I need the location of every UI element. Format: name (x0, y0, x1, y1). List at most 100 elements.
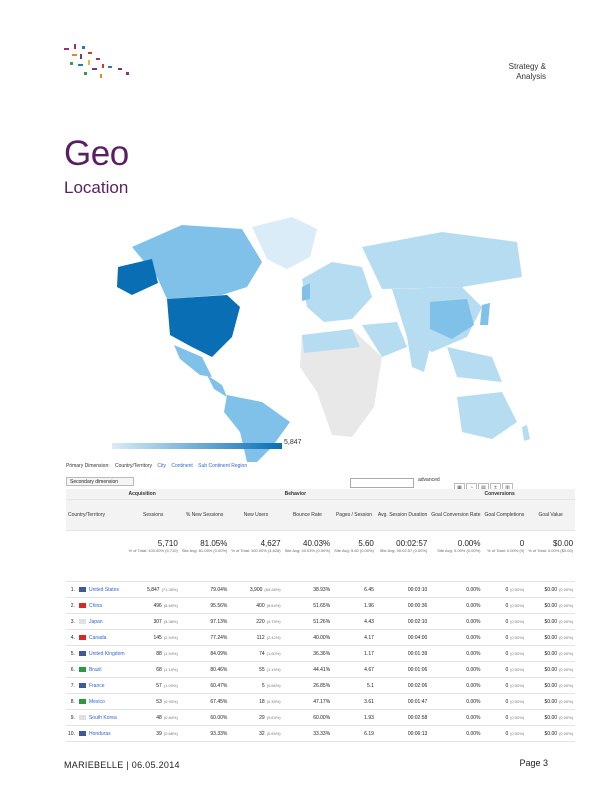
row-country[interactable]: Brazil (76, 661, 127, 678)
country-link[interactable]: United Kingdom (89, 651, 125, 657)
row-country[interactable]: Japan (76, 613, 127, 630)
col-country[interactable]: Country/Territory (66, 499, 127, 531)
col-new-users[interactable]: New Users (229, 499, 283, 531)
row-country[interactable]: South Korea (76, 709, 127, 726)
table-row[interactable]: 2. China 496 (8.69%) 95.56% 400 (8.64%) 51.65% 1… (66, 597, 576, 614)
total-value: 5,710 (157, 539, 178, 548)
table-row[interactable]: 8. Mexico 53 (0.93%) 67.45% 18 (0.39%) 47.17% 3.… (66, 693, 576, 710)
col-new-sessions[interactable]: % New Sessions (179, 499, 230, 531)
row-goal-value: $0.00 (0.00%) (526, 645, 576, 662)
row-country[interactable]: United Kingdom (76, 645, 127, 662)
table-search-input[interactable] (350, 478, 414, 488)
col-goal-value[interactable]: Goal Value (526, 499, 576, 531)
col-pages-session[interactable]: Pages / Session (332, 499, 376, 531)
table-group-header: Acquisition Behavior Conversions (66, 489, 576, 500)
table-row[interactable]: 5. United Kingdom 88 (1.54%) 84.09% 74 (1.60%)… (66, 645, 576, 662)
row-conv-rate: 0.00% (429, 725, 483, 742)
flag-icon (78, 602, 86, 608)
new-users-pct: (8.64%) (266, 602, 281, 608)
completions-value: 0 (505, 650, 509, 657)
row-country[interactable]: France (76, 677, 127, 694)
row-duration: 00:04:00 (375, 629, 430, 646)
row-pages: 6.19 (332, 725, 376, 742)
goal-value: $0.00 (544, 650, 558, 657)
map-se-asia[interactable] (447, 347, 502, 382)
table-row[interactable]: 9. South Korea 48 (0.84%) 60.00% 29 (0.63%) 60.… (66, 709, 576, 726)
map-india[interactable] (407, 337, 432, 372)
row-country[interactable]: China (76, 597, 127, 614)
table-row[interactable]: 10. Honduras 39 (0.68%) 93.33% 32 (0.69%) 33.33… (66, 725, 576, 742)
map-alaska[interactable] (117, 259, 158, 295)
country-link[interactable]: Brazil (89, 667, 102, 673)
row-conv-rate: 0.00% (429, 645, 483, 662)
total-cell: $0.00% of Total: 0.00% ($0.00) (526, 530, 576, 582)
country-link[interactable]: South Korea (89, 715, 117, 721)
col-avg-duration[interactable]: Avg. Session Duration (375, 499, 430, 531)
table-row[interactable]: 6. Brazil 68 (1.19%) 80.46% 55 (1.19%) 44.41% 4.… (66, 661, 576, 678)
geo-table: Acquisition Behavior Conversions Country… (66, 489, 576, 742)
map-russia[interactable] (362, 232, 522, 289)
page-title: Geo (64, 134, 129, 173)
advanced-filter-link[interactable]: advanced (418, 477, 440, 483)
row-completions: 0 (0.00%) (482, 645, 527, 662)
map-japan[interactable] (480, 303, 490, 325)
country-link[interactable]: France (89, 683, 105, 689)
map-europe[interactable] (302, 262, 372, 322)
col-bounce-rate[interactable]: Bounce Rate (282, 499, 333, 531)
country-link[interactable]: Canada (89, 635, 107, 641)
col-goal-conv-rate[interactable]: Goal Conversion Rate (429, 499, 483, 531)
total-cell: 81.05% Site Avg: 81.05% (0.00%) (179, 530, 230, 582)
tab-continent[interactable]: Continent (171, 463, 192, 469)
sessions-pct: (5.38%) (163, 618, 178, 624)
map-greenland[interactable] (252, 217, 317, 269)
row-completions: 0 (0.00%) (482, 693, 527, 710)
country-link[interactable]: Mexico (89, 699, 105, 705)
secondary-dimension-dropdown[interactable]: Secondary dimension (66, 477, 134, 486)
country-link[interactable]: China (89, 603, 102, 609)
row-country[interactable]: Mexico (76, 693, 127, 710)
table-row[interactable]: 7. France 57 (1.00%) 60.47% 5 (0.66%) 26.85% 5.1… (66, 677, 576, 694)
sessions-value: 53 (156, 698, 162, 705)
map-south-america[interactable] (224, 395, 290, 462)
completions-value: 0 (505, 634, 509, 641)
row-rank: 8. (66, 693, 77, 710)
row-duration: 00:00:36 (375, 597, 430, 614)
row-country[interactable]: United States (76, 581, 127, 598)
map-new-zealand[interactable] (522, 425, 530, 441)
row-completions: 0 (0.00%) (482, 709, 527, 726)
row-country[interactable]: Honduras (76, 725, 127, 742)
table-row[interactable]: 4. Canada 145 (2.54%) 77.24% 112 (2.42%) 40.00%… (66, 629, 576, 646)
total-value: $0.00 (553, 539, 574, 548)
flag-icon (78, 586, 86, 592)
completions-pct: (0.00%) (510, 698, 525, 704)
sessions-pct: (8.69%) (163, 602, 178, 608)
flag-icon (78, 714, 86, 720)
row-country[interactable]: Canada (76, 629, 127, 646)
footer-page-number: Page 3 (519, 758, 548, 768)
country-link[interactable]: United States (89, 587, 119, 593)
row-rank: 5. (66, 645, 77, 662)
total-cell: 4,627% of Total: 100.00% (4,628) (229, 530, 283, 582)
map-australia[interactable] (457, 392, 517, 439)
tab-city[interactable]: City (157, 463, 166, 469)
completions-pct: (0.00%) (510, 666, 525, 672)
col-goal-completions[interactable]: Goal Completions (482, 499, 527, 531)
tab-subcontinent[interactable]: Sub Continent Region (198, 463, 247, 469)
row-completions: 0 (0.00%) (482, 725, 527, 742)
row-pages: 1.17 (332, 645, 376, 662)
table-row[interactable]: 3. Japan 307 (5.38%) 97.13% 220 (4.75%) 51.26% 4… (66, 613, 576, 630)
tab-country[interactable]: Country/Territory (115, 463, 152, 469)
section-label: Strategy & Analysis (509, 62, 546, 82)
col-sessions[interactable]: Sessions (126, 499, 180, 531)
row-new-users: 3,900 (84.28%) (229, 581, 283, 598)
group-acquisition: Acquisition (126, 489, 283, 500)
country-link[interactable]: Honduras (89, 731, 111, 737)
map-central-america[interactable] (207, 375, 227, 397)
row-pages: 4.43 (332, 613, 376, 630)
row-goal-value: $0.00 (0.00%) (526, 725, 576, 742)
world-map[interactable] (62, 207, 534, 462)
country-link[interactable]: Japan (89, 619, 103, 625)
row-duration: 00:01:47 (375, 693, 430, 710)
flag-icon (78, 650, 86, 656)
table-row[interactable]: 1. United States 5,847 (71.35%) 79.04% 3,900(… (66, 581, 576, 598)
